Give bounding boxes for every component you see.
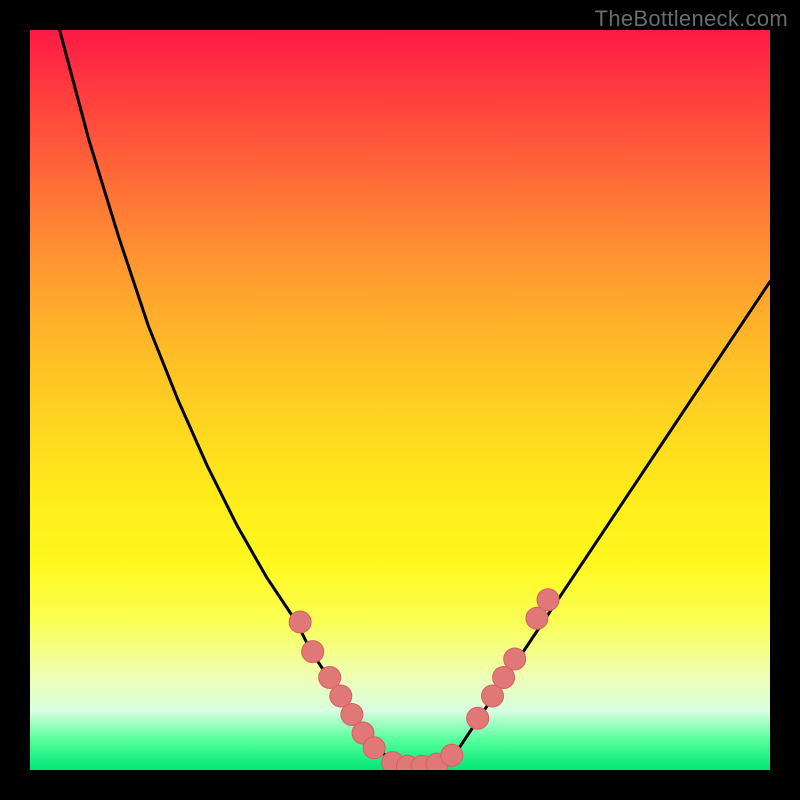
- bottleneck-curve-path: [30, 30, 770, 770]
- curve-marker: [537, 589, 559, 611]
- curve-marker: [467, 707, 489, 729]
- chart-frame: TheBottleneck.com: [0, 0, 800, 800]
- plot-area: [30, 30, 770, 770]
- watermark-label: TheBottleneck.com: [595, 6, 788, 32]
- bottleneck-curve: [30, 30, 770, 770]
- curve-marker: [289, 611, 311, 633]
- curve-marker: [504, 648, 526, 670]
- curve-marker: [302, 641, 324, 663]
- curve-marker: [441, 744, 463, 766]
- curve-markers: [289, 589, 559, 770]
- curve-layer: [30, 30, 770, 770]
- curve-marker: [363, 737, 385, 759]
